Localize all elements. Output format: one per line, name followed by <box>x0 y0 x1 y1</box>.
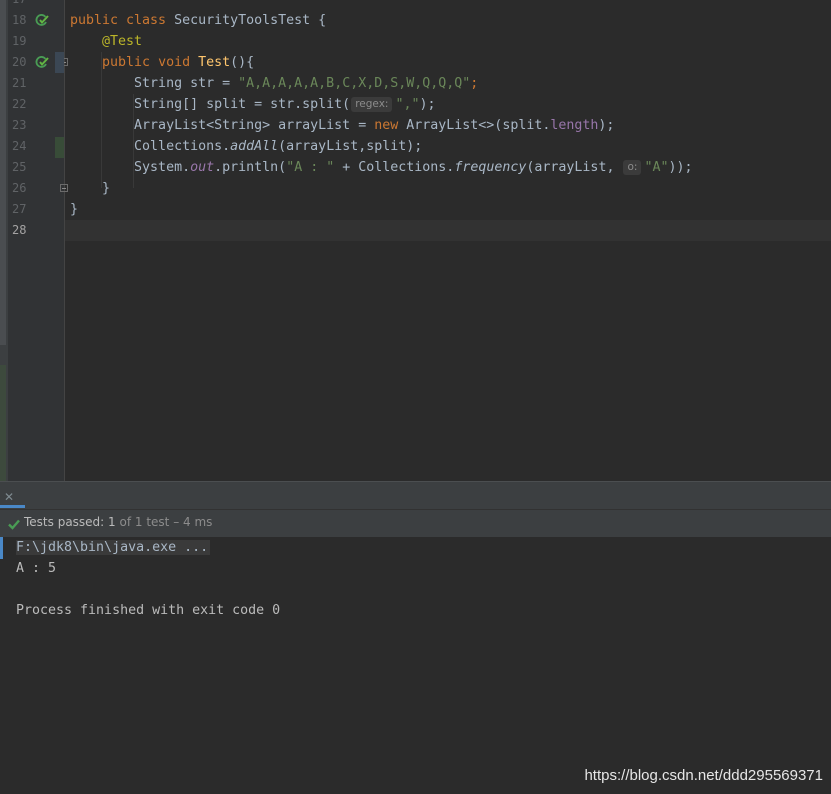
line-number: 23 <box>12 118 27 132</box>
code-line[interactable]: public class SecurityToolsTest { <box>70 10 326 31</box>
code-token: .println( <box>214 160 287 175</box>
code-line[interactable]: ArrayList<String> arrayList = new ArrayL… <box>70 115 614 136</box>
code-token: "A,A,A,A,A,B,C,X,D,S,W,Q,Q,Q" <box>238 76 471 91</box>
code-token: @Test <box>102 34 143 49</box>
code-token: frequency <box>454 160 527 175</box>
parameter-hint: regex: <box>351 97 393 112</box>
code-token: "A : " <box>286 160 335 175</box>
code-token: length <box>550 118 599 133</box>
line-number: 18 <box>12 13 27 27</box>
gutter-line[interactable]: 26 <box>8 178 68 199</box>
code-token: String str = <box>70 76 239 91</box>
gutter-line[interactable]: 18 <box>8 10 64 31</box>
gutter-line[interactable]: 28 <box>8 220 64 241</box>
gutter-line[interactable]: 17 <box>8 0 64 10</box>
code-token: "A" <box>644 160 669 175</box>
line-number: 21 <box>12 76 27 90</box>
gutter-line[interactable]: 27 <box>8 199 64 220</box>
indent-guide <box>101 52 102 188</box>
indent-guide <box>133 94 134 188</box>
code-token: ArrayList<>(split. <box>406 118 551 133</box>
line-number: 22 <box>12 97 27 111</box>
run-test-icon[interactable] <box>35 55 49 69</box>
check-icon <box>8 519 20 530</box>
console-output-line: A : 5 <box>16 561 57 576</box>
gutter-line[interactable]: 23 <box>8 115 64 136</box>
watermark: https://blog.csdn.net/ddd295569371 <box>584 767 823 784</box>
active-tab-indicator <box>0 505 25 508</box>
code-token: public class <box>70 13 175 28</box>
code-token: )); <box>668 160 693 175</box>
parameter-hint: o: <box>623 160 642 175</box>
code-token: (arrayList,split); <box>278 139 423 154</box>
console-exit-line: Process finished with exit code 0 <box>16 603 281 618</box>
code-token: System. <box>70 160 191 175</box>
code-line[interactable]: } <box>70 178 110 199</box>
current-line-highlight <box>65 220 831 241</box>
test-status-bar: Tests passed: 1 of 1 test – 4 ms <box>0 509 831 537</box>
fold-icon[interactable] <box>60 184 68 192</box>
code-token: "," <box>395 97 420 112</box>
line-number: 20 <box>12 55 27 69</box>
code-token: new <box>374 118 407 133</box>
line-number: 26 <box>12 181 27 195</box>
code-token: addAll <box>230 139 279 154</box>
line-number: 25 <box>12 160 27 174</box>
tests-passed-text: Tests passed: 1 of 1 test – 4 ms <box>24 515 213 529</box>
code-line[interactable]: String[] split = str.split(regex: ","); <box>70 94 436 115</box>
scroll-strip <box>0 0 8 481</box>
code-token: ; <box>470 76 479 91</box>
code-token: (arrayList, <box>526 160 623 175</box>
gutter-line[interactable]: 22 <box>8 94 64 115</box>
code-token: + Collections. <box>334 160 455 175</box>
code-token: ArrayList<String> arrayList = <box>70 118 375 133</box>
code-line[interactable]: Collections.addAll(arrayList,split); <box>70 136 422 157</box>
code-token: ); <box>419 97 436 112</box>
code-line[interactable]: String str = "A,A,A,A,A,B,C,X,D,S,W,Q,Q,… <box>70 73 478 94</box>
code-line[interactable]: System.out.println("A : " + Collections.… <box>70 157 693 178</box>
gutter-line[interactable]: 21 <box>8 73 64 94</box>
gutter-line[interactable]: 19 <box>8 31 64 52</box>
console-marker <box>0 537 3 559</box>
line-number: 17 <box>12 0 32 6</box>
gutter-line[interactable]: 25 <box>8 157 64 178</box>
code-token: SecurityToolsTest { <box>174 13 327 28</box>
code-token: } <box>70 181 111 196</box>
code-token: } <box>70 202 79 217</box>
code-token: (){ <box>230 55 255 70</box>
line-number: 19 <box>12 34 27 48</box>
code-token: Collections. <box>70 139 231 154</box>
gutter-marker <box>55 52 64 73</box>
tool-window-header: ✕ <box>0 481 831 509</box>
console-output[interactable]: F:\jdk8\bin\java.exe ... A : 5 Process f… <box>0 537 831 794</box>
code-line[interactable]: public void Test(){ <box>70 52 254 73</box>
vcs-change-marker <box>55 137 64 158</box>
code-line[interactable]: } <box>70 199 78 220</box>
code-token: ); <box>598 118 615 133</box>
code-editor[interactable]: 17 18 19 20 21 22 23 24 25 26 27 28 public class Se… <box>0 0 831 481</box>
code-line[interactable]: @Test <box>70 31 142 52</box>
console-command-line: F:\jdk8\bin\java.exe ... <box>16 540 211 555</box>
code-token: public void <box>102 55 199 70</box>
line-number: 28 <box>12 223 27 237</box>
code-token: Test <box>198 55 231 70</box>
line-number: 24 <box>12 139 27 153</box>
code-token: String[] split = str.split( <box>70 97 351 112</box>
run-test-icon[interactable] <box>35 13 49 27</box>
line-number: 27 <box>12 202 27 216</box>
close-icon[interactable]: ✕ <box>4 490 14 504</box>
code-token: out <box>190 160 215 175</box>
